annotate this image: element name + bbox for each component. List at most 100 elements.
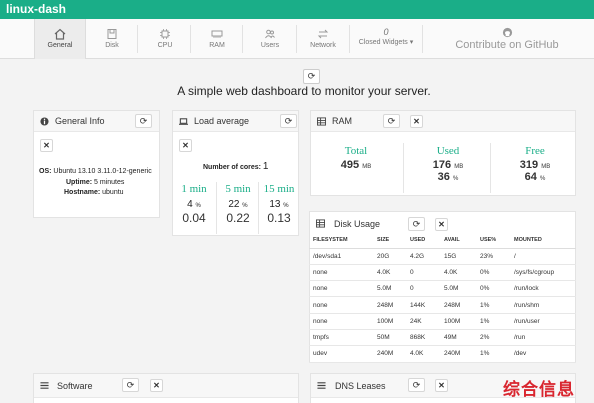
software-refresh-button[interactable]: ⟳ [122, 378, 139, 392]
load-average-close-button[interactable]: ✕ [179, 139, 192, 152]
ram-icon [211, 30, 223, 38]
tab-cpu-label: CPU [157, 42, 173, 49]
close-icon: ✕ [153, 381, 160, 390]
table-row: none 100M 24K 100M 1%/run/user [309, 313, 576, 330]
disk-usage-table: FILESYSTEM SIZE USED AVAIL USE% MOUNTED … [309, 233, 576, 363]
tab-cpu[interactable]: CPU [141, 19, 189, 59]
table-row: none 5.0M 0 5.0M 0%/run/lock [309, 280, 576, 298]
closed-widgets-label: Closed Widgets [358, 39, 408, 46]
hostname-label: Hostname: [64, 189, 101, 196]
software-close-button[interactable]: ✕ [150, 379, 163, 392]
ram-free: Free 319 MB 64 % [490, 145, 580, 183]
dns-leases-close-button[interactable]: ✕ [435, 379, 448, 392]
table-cell: /run/shm [510, 296, 576, 314]
general-info-close-button[interactable]: ✕ [40, 139, 53, 152]
os-value: Ubuntu 13.10 3.11.0-12-generic [53, 168, 152, 175]
ram-free-percent: 64 [524, 171, 537, 183]
uptime-label: Uptime: [66, 179, 93, 186]
github-link[interactable]: Contribute on GitHub [442, 19, 572, 59]
ram-refresh-button[interactable]: ⟳ [383, 114, 400, 128]
load-15min-value: 0.13 [267, 211, 291, 225]
dns-leases-title: DNS Leases [335, 381, 386, 391]
tab-network[interactable]: Network [299, 19, 347, 59]
table-cell: 4.0K [440, 264, 476, 282]
refresh-all-button[interactable]: ⟳ [303, 69, 320, 84]
cores-label: Number of cores: [203, 164, 261, 171]
tab-ram[interactable]: RAM [193, 19, 241, 59]
ram-used-value: 176 [432, 159, 452, 171]
table-cell: 49M [440, 329, 476, 347]
github-icon [502, 27, 512, 38]
tab-general-label: General [47, 42, 73, 49]
dns-leases-refresh-button[interactable]: ⟳ [408, 378, 425, 392]
table-cell: 15G [440, 248, 476, 265]
disk-usage-title: Disk Usage [334, 219, 381, 229]
table-cell: 1% [476, 345, 510, 363]
tab-users-label: Users [260, 42, 280, 49]
load-1min-value: 0.04 [182, 211, 206, 225]
table-cell: 4.0K [406, 345, 440, 363]
load-1min-label: 1 min [181, 183, 207, 195]
chevron-down-icon: ▾ [409, 39, 414, 46]
ram-total: Total 495 MB [311, 145, 401, 171]
table-icon [316, 219, 325, 228]
os-label: OS: [39, 168, 52, 175]
table-cell: 1% [476, 313, 510, 330]
github-label: Contribute on GitHub [455, 39, 559, 51]
table-cell: 100M [373, 313, 406, 330]
nav-bar: General Disk CPU RAM Users Network 0 Clo… [0, 19, 594, 59]
table-cell: none [309, 313, 373, 330]
tab-disk[interactable]: Disk [88, 19, 136, 59]
tab-general[interactable]: General [34, 19, 86, 59]
table-cell: 23% [476, 248, 510, 265]
refresh-icon: ⟳ [307, 71, 316, 81]
ram-free-unit: MB [541, 164, 551, 170]
disk-usage-close-button[interactable]: ✕ [435, 218, 448, 231]
disk-usage-refresh-button[interactable]: ⟳ [408, 217, 425, 231]
table-cell: tmpfs [309, 329, 373, 347]
table-cell: /run [510, 329, 576, 347]
table-row: tmpfs 50M 868K 49M 2%/run [309, 329, 576, 347]
hostname-value: ubuntu [102, 189, 124, 196]
ram-free-value: 319 [519, 159, 539, 171]
app-title: linux-dash [6, 2, 67, 16]
cores-value: 1 [262, 161, 269, 172]
percent-unit: % [242, 203, 248, 209]
ram-close-button[interactable]: ✕ [410, 115, 423, 128]
tab-disk-label: Disk [105, 42, 119, 49]
software-title: Software [57, 381, 93, 391]
table-cell: 0 [406, 280, 440, 298]
table-icon [317, 117, 326, 126]
closed-widgets-count: 0 [383, 27, 389, 37]
column-header: SIZE [373, 233, 406, 249]
percent-unit: % [195, 203, 201, 209]
disk-icon [107, 29, 117, 39]
refresh-icon: ⟳ [284, 116, 293, 126]
refresh-icon: ⟳ [412, 380, 421, 390]
table-cell: none [309, 264, 373, 282]
load-average-refresh-button[interactable]: ⟳ [280, 114, 297, 128]
table-cell: none [309, 280, 373, 298]
load-15min: 15 min 13 % 0.13 [259, 183, 299, 225]
table-cell: none [309, 296, 373, 314]
home-icon [54, 28, 66, 40]
percent-unit: % [283, 203, 289, 209]
tab-users[interactable]: Users [246, 19, 294, 59]
table-cell: /run/lock [510, 280, 576, 298]
load-5min: 5 min 22 % 0.22 [218, 183, 258, 225]
software-widget: Software ⟳ ✕ [33, 373, 299, 403]
table-cell: 2% [476, 329, 510, 347]
top-bar: linux-dash [0, 0, 594, 19]
refresh-icon: ⟳ [412, 219, 421, 229]
closed-widgets-dropdown[interactable]: 0 Closed Widgets ▾ [352, 19, 420, 59]
refresh-icon: ⟳ [126, 380, 135, 390]
table-cell: 4.0K [373, 264, 406, 282]
table-cell: 5.0M [373, 280, 406, 298]
ram-title: RAM [332, 116, 352, 126]
general-info-refresh-button[interactable]: ⟳ [135, 114, 152, 128]
list-icon [317, 382, 326, 389]
close-icon: ✕ [438, 220, 445, 229]
table-cell: 5.0M [440, 280, 476, 298]
table-cell: 248M [440, 296, 476, 314]
table-row: /dev/sda1 20G 4.2G 15G 23% / [309, 248, 576, 265]
